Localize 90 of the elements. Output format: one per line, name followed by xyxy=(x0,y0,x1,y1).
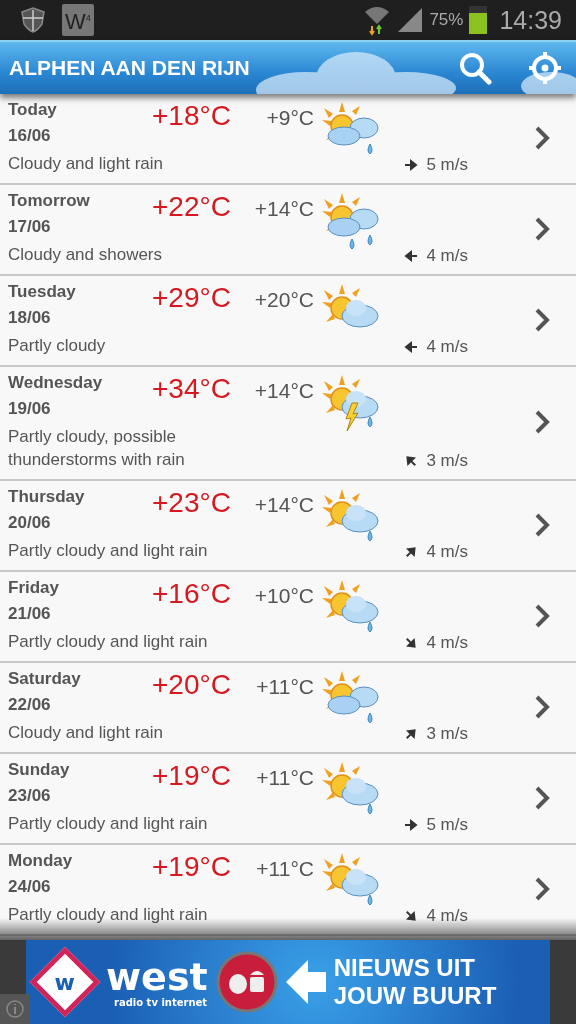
wind-speed: 4 m/s xyxy=(426,542,468,562)
low-temperature: +14°C xyxy=(254,492,314,517)
date-label: 17/06 xyxy=(8,217,52,238)
weather-description: Partly cloudy and light rain xyxy=(8,540,209,562)
notification-badge: W$^{4}$ xyxy=(62,3,94,37)
day-label: Tuesday xyxy=(8,282,77,303)
ad-headline: JOUW BUURT xyxy=(333,982,497,1010)
weather-description: Cloudy and light rain xyxy=(8,722,164,744)
day-label: Today xyxy=(8,100,58,121)
forecast-row[interactable]: Tuesday +29°C +20°C 18/06 Partly cloudy 4 m/s xyxy=(0,276,576,367)
wind-speed: 3 m/s xyxy=(426,451,468,471)
chevron-right-icon xyxy=(534,693,550,720)
day-label: Monday xyxy=(8,851,74,872)
weather-description: Cloudy and showers xyxy=(8,244,164,266)
low-temperature: +11°C xyxy=(256,856,314,881)
forecast-row[interactable]: Wednesday +34°C +14°C 19/06 Partly cloudy, possible thunderstorms with rain 3 m/s xyxy=(0,367,576,481)
low-temperature: +14°C xyxy=(254,378,314,403)
forecast-row[interactable]: Tomorrow +22°C +14°C 17/06 Cloudy and showers 4 m/s xyxy=(0,185,576,276)
low-temperature: +9°C xyxy=(266,105,314,130)
high-temperature: +18°C xyxy=(151,100,232,133)
high-temperature: +19°C xyxy=(151,851,232,884)
city-title: ALPHEN AAN DEN RIJN xyxy=(9,56,250,80)
weather-description: Partly cloudy and light rain xyxy=(8,813,209,835)
high-temperature: +29°C xyxy=(151,282,232,315)
high-temperature: +20°C xyxy=(151,669,232,702)
high-temperature: +22°C xyxy=(151,191,232,224)
wind-speed: 4 m/s xyxy=(426,906,468,926)
weather-description: Partly cloudy, possible thunderstorms with rain xyxy=(8,426,186,471)
low-temperature: +20°C xyxy=(254,287,314,312)
ad-banner[interactable]: w west radio tv internet NIEUWS UIT JOUW BUURT xyxy=(26,940,550,1024)
chevron-right-icon xyxy=(534,124,550,151)
ad-headline: NIEUWS UIT xyxy=(333,954,476,982)
chevron-right-icon xyxy=(534,306,550,333)
weather-description: Partly cloudy xyxy=(8,335,107,357)
date-label: 20/06 xyxy=(8,513,52,534)
weather-description: Cloudy and light rain xyxy=(8,153,164,175)
low-temperature: +11°C xyxy=(256,674,314,699)
brand-tagline: radio tv internet xyxy=(113,996,208,1008)
forecast-row[interactable]: Thursday +23°C +14°C 20/06 Partly cloudy and light rain 4 m/s xyxy=(0,481,576,572)
app-badge-icon xyxy=(215,951,278,1013)
chevron-right-icon xyxy=(534,215,550,242)
location-icon[interactable] xyxy=(528,51,562,85)
chevron-right-icon xyxy=(534,409,550,435)
shield-icon xyxy=(20,6,46,34)
chevron-right-icon xyxy=(534,511,550,538)
high-temperature: +34°C xyxy=(151,373,232,406)
wind-speed: 4 m/s xyxy=(426,337,468,357)
wind-speed: 4 m/s xyxy=(426,246,468,266)
date-label: 24/06 xyxy=(8,877,52,898)
date-label: 23/06 xyxy=(8,786,52,807)
chevron-right-icon xyxy=(534,602,550,629)
forecast-row[interactable]: Saturday +20°C +11°C 22/06 Cloudy and light rain 3 m/s xyxy=(0,663,576,754)
high-temperature: +23°C xyxy=(151,487,232,520)
high-temperature: +19°C xyxy=(151,760,232,793)
left-arrow-icon xyxy=(285,958,326,1006)
low-temperature: +11°C xyxy=(256,765,314,790)
low-temperature: +10°C xyxy=(254,583,314,608)
date-label: 21/06 xyxy=(8,604,52,625)
clock: 14:39 xyxy=(499,5,562,35)
battery-icon xyxy=(469,6,488,34)
date-label: 16/06 xyxy=(8,126,52,147)
battery-percentage: 75% xyxy=(429,10,464,30)
day-label: Thursday xyxy=(8,487,86,508)
day-label: Friday xyxy=(8,578,61,599)
chevron-right-icon xyxy=(534,875,550,902)
info-icon[interactable] xyxy=(0,994,30,1024)
date-label: 19/06 xyxy=(8,399,52,420)
date-label: 22/06 xyxy=(8,695,52,716)
wind-speed: 5 m/s xyxy=(426,815,468,835)
date-label: 18/06 xyxy=(8,308,52,329)
weather-description: Partly cloudy and light rain xyxy=(8,904,209,926)
low-temperature: +14°C xyxy=(254,196,314,221)
high-temperature: +16°C xyxy=(151,578,232,611)
forecast-row[interactable]: Sunday +19°C +11°C 23/06 Partly cloudy and light rain 5 m/s xyxy=(0,754,576,845)
wifi-icon xyxy=(363,4,392,36)
wind-speed: 4 m/s xyxy=(426,633,468,653)
day-label: Sunday xyxy=(8,760,71,781)
forecast-row[interactable]: Monday +19°C +11°C 24/06 Partly cloudy and light rain 4 m/s xyxy=(0,845,576,936)
forecast-row[interactable]: Friday +16°C +10°C 21/06 Partly cloudy and light rain 4 m/s xyxy=(0,572,576,663)
chevron-right-icon xyxy=(534,784,550,811)
weather-description: Partly cloudy and light rain xyxy=(8,631,209,653)
search-icon[interactable] xyxy=(458,51,492,85)
brand-name: west xyxy=(106,956,208,997)
day-label: Wednesday xyxy=(8,373,104,394)
day-label: Saturday xyxy=(8,669,82,690)
day-label: Tomorrow xyxy=(8,191,91,212)
signal-icon xyxy=(397,7,424,33)
wind-speed: 5 m/s xyxy=(426,155,468,175)
forecast-row[interactable]: Today +18°C +9°C 16/06 Cloudy and light rain 5 m/s xyxy=(0,94,576,185)
wind-speed: 3 m/s xyxy=(426,724,468,744)
